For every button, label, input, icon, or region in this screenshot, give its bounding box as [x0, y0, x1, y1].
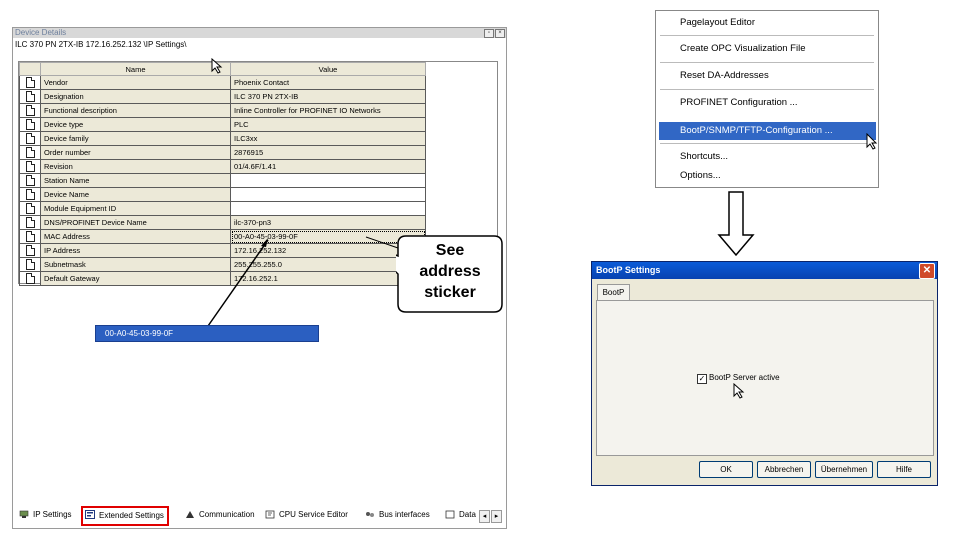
menu-item-label: BootP/SNMP/TFTP-Configuration ...: [680, 125, 833, 136]
menu-item-shortcuts[interactable]: Shortcuts...: [656, 148, 876, 166]
extended-settings-icon: [85, 510, 95, 519]
mouse-cursor-icon: [733, 383, 745, 399]
tab-scroll-right-icon[interactable]: ▸: [491, 510, 502, 523]
help-button[interactable]: Hilfe: [877, 461, 931, 478]
address-sticker-callout: See address sticker: [396, 234, 504, 314]
mac-address-highlight: 00-A0-45-03-99-0F: [95, 325, 319, 342]
callout-line-3: sticker: [424, 284, 476, 301]
menu-item-create-opc-visualization[interactable]: Create OPC Visualization File: [656, 40, 876, 58]
menu-item-options[interactable]: Options...: [656, 167, 876, 185]
menu-item-label: Reset DA-Addresses: [680, 70, 769, 81]
data-icon: [445, 510, 455, 519]
menu-item-profinet-configuration[interactable]: PROFINET Configuration ...: [656, 94, 876, 112]
bootp-server-active-checkbox[interactable]: ✓: [697, 374, 707, 384]
menu-item-label: Shortcuts...: [680, 151, 729, 162]
flow-arrow-down-icon: [717, 191, 755, 257]
tab-scroll-left-icon[interactable]: ◂: [479, 510, 490, 523]
menu-separator: [660, 62, 874, 63]
bus-interfaces-icon: [366, 512, 374, 517]
context-menu: Pagelayout Editor Create OPC Visualizati…: [655, 10, 879, 188]
menu-item-label: Pagelayout Editor: [680, 17, 755, 28]
tab-extended-settings[interactable]: Extended Settings: [81, 506, 169, 526]
menu-item-pagelayout-editor[interactable]: Pagelayout Editor: [656, 14, 876, 32]
tab-communication[interactable]: Communication: [183, 508, 255, 522]
bootp-server-active-label: BootP Server active: [709, 373, 780, 382]
dialog-title: BootP Settings: [596, 265, 661, 275]
menu-item-label: PROFINET Configuration ...: [680, 97, 798, 108]
close-icon[interactable]: ✕: [919, 263, 935, 279]
callout-text: See address sticker: [396, 240, 504, 303]
tab-label: IP Settings: [33, 510, 72, 519]
menu-item-bootp-configuration[interactable]: BootP/SNMP/TFTP-Configuration ...: [659, 122, 876, 140]
tab-label: Extended Settings: [99, 511, 164, 520]
callout-line-1: See: [435, 242, 465, 259]
mac-address-highlight-text: 00-A0-45-03-99-0F: [105, 329, 174, 338]
menu-separator: [660, 35, 874, 36]
tab-ip-settings[interactable]: IP Settings: [17, 508, 72, 522]
tab-label: Communication: [199, 510, 255, 519]
mouse-cursor-icon: [866, 133, 878, 150]
dialog-titlebar: BootP Settings ✕: [592, 262, 937, 279]
tab-bus-interfaces[interactable]: Bus interfaces: [363, 508, 430, 522]
callout-line-2: address: [419, 263, 481, 280]
tab-label: Data: [459, 510, 476, 519]
network-icon: [19, 510, 29, 518]
menu-item-reset-da-addresses[interactable]: Reset DA-Addresses: [656, 67, 876, 85]
tab-cpu-service-editor[interactable]: CPU Service Editor: [263, 508, 348, 522]
menu-separator: [660, 89, 874, 90]
device-details-tabs: IP Settings Extended Settings Communicat…: [15, 506, 505, 526]
tab-label: CPU Service Editor: [279, 510, 348, 519]
apply-button[interactable]: Übernehmen: [815, 461, 873, 478]
menu-item-label: Create OPC Visualization File: [680, 43, 806, 54]
tab-bootp[interactable]: BootP: [597, 284, 630, 301]
cpu-service-icon: [265, 510, 275, 519]
menu-item-label: Options...: [680, 170, 721, 181]
menu-separator: [660, 143, 874, 144]
cancel-button[interactable]: Abbrechen: [757, 461, 811, 478]
communication-icon: [186, 511, 194, 518]
tab-label: Bus interfaces: [379, 510, 430, 519]
ok-button[interactable]: OK: [699, 461, 753, 478]
bootp-settings-dialog: BootP Settings ✕ BootP ✓ BootP Server ac…: [591, 261, 938, 486]
